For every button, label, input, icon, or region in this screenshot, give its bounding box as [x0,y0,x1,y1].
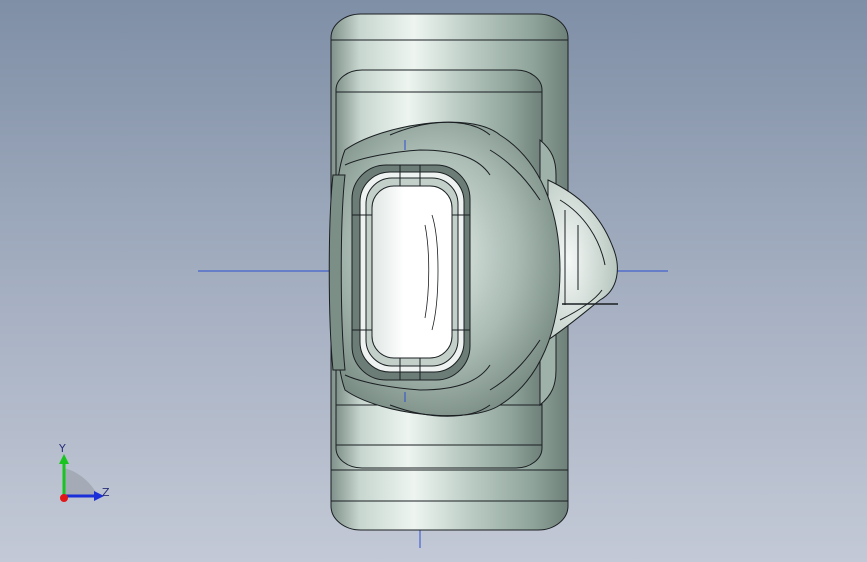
orientation-triad: Y Z [58,442,110,502]
window-opening [371,185,453,359]
triad-plane-icon [64,468,98,496]
model-part[interactable] [328,13,618,531]
z-axis-label: Z [102,486,110,499]
y-axis-arrowhead [59,454,69,464]
triad-origin [60,494,68,502]
y-axis-label: Y [58,442,66,455]
3d-viewport[interactable] [0,0,867,562]
